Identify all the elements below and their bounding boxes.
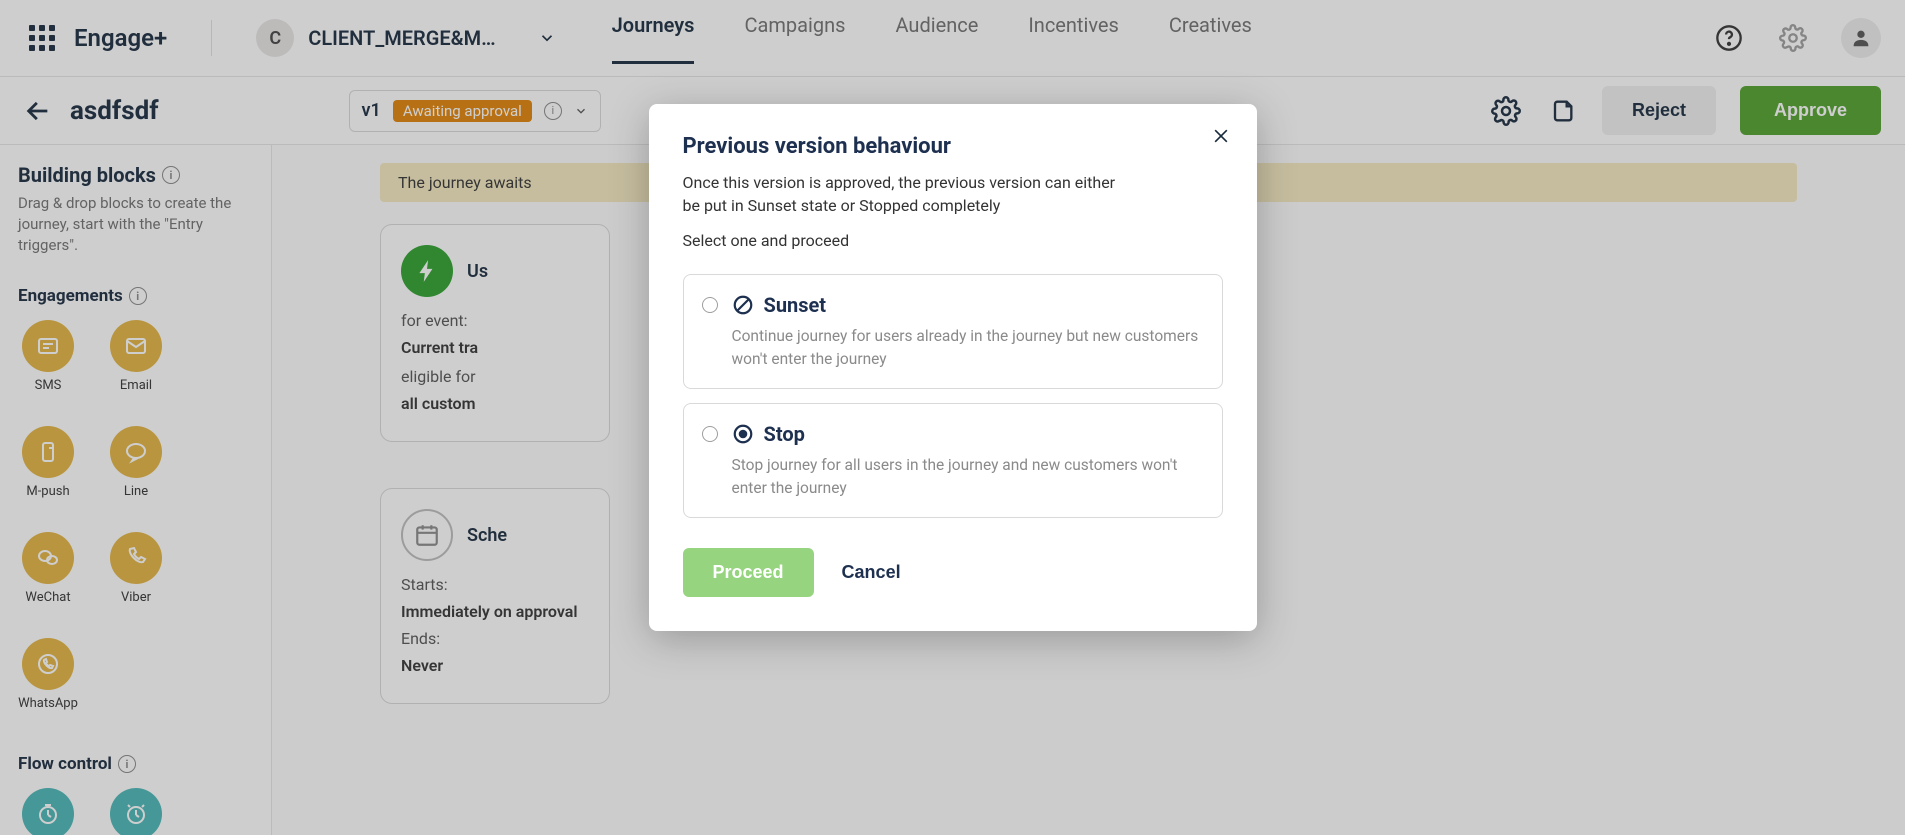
cancel-button[interactable]: Cancel (842, 562, 901, 583)
modal-desc: Once this version is approved, the previ… (683, 171, 1133, 217)
modal-close-button[interactable] (1211, 126, 1231, 146)
option-stop-title: Stop (764, 422, 805, 446)
modal-select-text: Select one and proceed (683, 231, 1223, 250)
option-sunset[interactable]: Sunset Continue journey for users alread… (683, 274, 1223, 389)
close-icon (1211, 126, 1231, 146)
stop-icon (732, 423, 754, 445)
proceed-button[interactable]: Proceed (683, 548, 814, 597)
option-sunset-desc: Continue journey for users already in th… (732, 325, 1202, 370)
modal-title: Previous version behaviour (683, 134, 1223, 159)
radio-unselected (702, 426, 718, 442)
option-stop[interactable]: Stop Stop journey for all users in the j… (683, 403, 1223, 518)
radio-unselected (702, 297, 718, 313)
previous-version-modal: Previous version behaviour Once this ver… (649, 104, 1257, 631)
sunset-icon (732, 294, 754, 316)
modal-actions: Proceed Cancel (683, 548, 1223, 597)
option-sunset-title: Sunset (764, 293, 827, 317)
option-stop-desc: Stop journey for all users in the journe… (732, 454, 1202, 499)
modal-scrim[interactable]: Previous version behaviour Once this ver… (0, 0, 1905, 835)
